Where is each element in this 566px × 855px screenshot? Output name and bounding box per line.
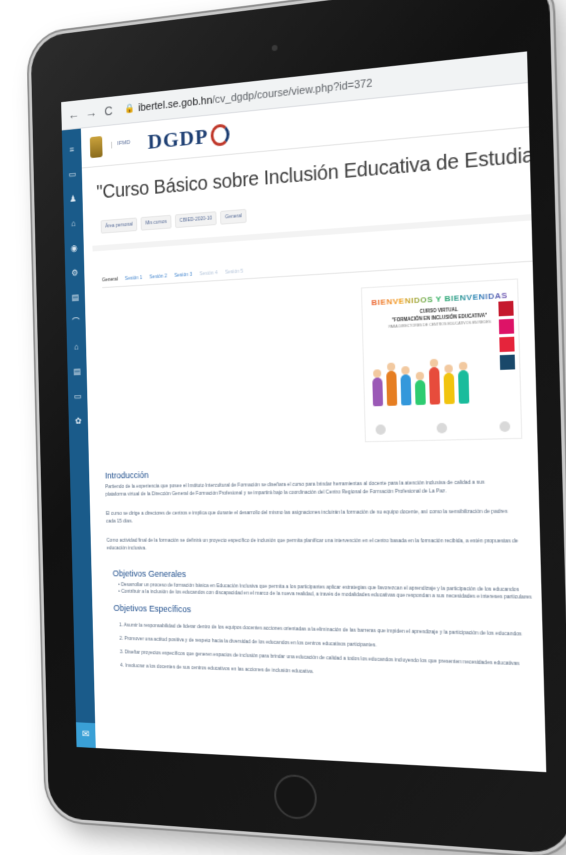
tab-sesion-5[interactable]: Sesión 5 [225,269,243,276]
child-figure [372,369,384,407]
sdg-badge [499,354,516,370]
course-content: "Curso Básico sobre Inclusión Educativa … [81,124,547,773]
sidebar-item-icon[interactable]: ◉ [70,235,78,260]
sdg-badges [498,300,516,373]
home-icon[interactable]: ⌂ [71,211,76,236]
child-figure [400,366,412,406]
reload-button[interactable]: C [101,103,115,119]
intro-paragraph-line: Como actividad final de la formación se … [106,537,519,545]
sidebar-item-icon[interactable]: ▭ [74,384,82,409]
tab-sesion-4[interactable]: Sesión 4 [199,270,217,277]
sdg-badge [498,318,515,335]
child-figure [458,361,470,404]
forward-button[interactable]: → [84,105,98,121]
partner-logo [436,422,448,434]
dgdp-swirl-icon [210,122,230,147]
breadcrumb-item[interactable]: General [220,208,247,225]
children-illustration [369,340,488,407]
url-host: ibertel.se.gob.hn [137,94,213,114]
child-figure [443,364,455,405]
tab-sesion-2[interactable]: Sesión 2 [149,273,167,280]
partner-logo [375,424,386,435]
tab-sesion-3[interactable]: Sesión 3 [174,272,192,279]
intro-paragraph-line: El curso se dirige a directores de centr… [105,508,508,517]
sidebar-item-icon[interactable]: ▤ [73,359,81,384]
child-figure [386,362,398,406]
tab-sesion-1[interactable]: Sesión 1 [125,275,143,282]
wheelchair-child-figure [414,371,426,406]
breadcrumb: Área personal Mis cursos CBIED-2020-10 G… [100,208,247,234]
tablet-screen: ← → C 🔒 ibertel.se.gob.hn/cv_dgdp/course… [61,51,547,773]
intro-paragraph-line: educación inclusiva. [106,545,147,552]
specific-objectives-list: 1. Asumir la responsabilidad de liderar … [119,619,523,687]
partner-logo [499,421,511,433]
intro-heading: Introducción [104,470,149,481]
sidebar-item-icon[interactable]: ▤ [71,285,80,310]
gear-icon[interactable]: ⚙ [71,260,79,285]
dgdp-logo[interactable]: DGDP [147,123,208,154]
sidebar-item-icon[interactable]: ▭ [68,161,77,186]
breadcrumb-item[interactable]: Área personal [100,217,138,234]
emblem-logo [89,135,103,158]
back-button[interactable]: ← [66,107,80,123]
intro-paragraph-line: cada 15 días. [106,518,133,525]
sidebar-item-icon[interactable]: ✿ [75,408,82,433]
partner-logos [375,421,511,435]
tablet-device: ← → C 🔒 ibertel.se.gob.hn/cv_dgdp/course… [30,0,566,855]
sidebar-item-icon[interactable]: ♟ [69,186,77,211]
child-figure [428,358,441,405]
menu-icon[interactable]: ≡ [69,137,74,162]
specific-objectives-heading: Objetivos Específicos [113,603,192,615]
message-icon[interactable]: ✉ [75,722,96,749]
welcome-banner: BIENVENIDOS Y BIENVENIDAS CURSO VIRTUAL … [360,278,523,443]
general-objectives-heading: Objetivos Generales [112,568,187,579]
sidebar-item-icon[interactable]: ⌂ [74,334,79,359]
sdg-badge [499,336,515,353]
sdg-badge [498,300,514,317]
breadcrumb-item[interactable]: Mis cursos [140,214,172,231]
sidebar-item-icon[interactable]: ⌒ [72,309,80,334]
breadcrumb-item[interactable]: CBIED-2020-10 [174,211,217,229]
tab-general[interactable]: General [102,277,118,284]
section-tabs: General Sesión 1 Sesión 2 Sesión 3 Sesió… [102,269,243,284]
lock-icon[interactable]: 🔒 [124,103,134,115]
general-objectives-list: • Desarrollar un proceso de formación bá… [118,582,532,602]
institute-logo: IFMD [111,139,139,149]
